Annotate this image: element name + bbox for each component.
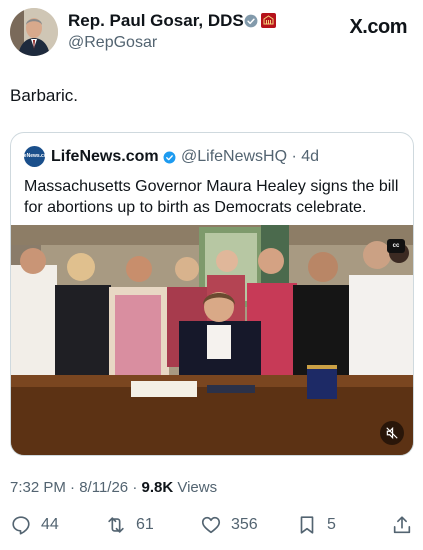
- mute-button[interactable]: [380, 421, 404, 445]
- bookmark-count: 5: [327, 516, 336, 533]
- views-label: Views: [177, 479, 218, 496]
- tweet-text: Barbaric.: [10, 86, 79, 105]
- reply-icon: [12, 516, 30, 535]
- quoted-handle-time[interactable]: @LifeNewsHQ · 4d: [181, 148, 319, 166]
- author-avatar[interactable]: [10, 8, 58, 56]
- repost-count: 61: [136, 516, 154, 533]
- heart-icon: [201, 516, 221, 534]
- verified-icon: [163, 151, 176, 164]
- quoted-tweet-text: Massachusetts Governor Maura Healey sign…: [24, 178, 399, 216]
- bookmark-button[interactable]: 5: [296, 512, 336, 538]
- captions-button[interactable]: cc: [387, 239, 405, 253]
- video-player[interactable]: cc: [11, 225, 413, 455]
- author-name[interactable]: Rep. Paul Gosar, DDS: [68, 11, 244, 31]
- video-frame-image: [11, 225, 413, 455]
- tweet-header: Rep. Paul Gosar, DDS @RepGosar X.com: [10, 8, 413, 58]
- reply-button[interactable]: 44: [10, 512, 59, 538]
- reply-count: 44: [41, 516, 59, 533]
- share-icon: [393, 516, 411, 534]
- quoted-author-name[interactable]: LifeNews.com: [51, 148, 159, 166]
- share-button[interactable]: [391, 512, 413, 538]
- quoted-author-avatar[interactable]: LifeNews.com: [18, 146, 51, 167]
- verified-icon: [244, 14, 258, 28]
- author-handle[interactable]: @RepGosar: [68, 34, 157, 52]
- quoted-tweet-card[interactable]: LifeNews.com LifeNews.com @LifeNewsHQ · …: [10, 132, 414, 456]
- like-button[interactable]: 356: [200, 512, 258, 538]
- tweet-time[interactable]: 7:32 PM: [10, 479, 66, 496]
- affiliation-badge-icon[interactable]: [261, 13, 276, 28]
- tweet-date[interactable]: 8/11/26: [79, 479, 128, 496]
- action-bar: 44 61 356 5: [10, 512, 413, 538]
- views-count: 9.8K: [141, 479, 174, 496]
- bookmark-icon: [300, 516, 314, 534]
- like-count: 356: [231, 516, 258, 533]
- brand-logo: X.com: [349, 16, 407, 38]
- repost-icon: [108, 517, 124, 533]
- tweet-meta: 7:32 PM · 8/11/26 · 9.8K Views: [10, 479, 218, 496]
- repost-button[interactable]: 61: [105, 512, 154, 538]
- muted-speaker-icon: [386, 426, 398, 440]
